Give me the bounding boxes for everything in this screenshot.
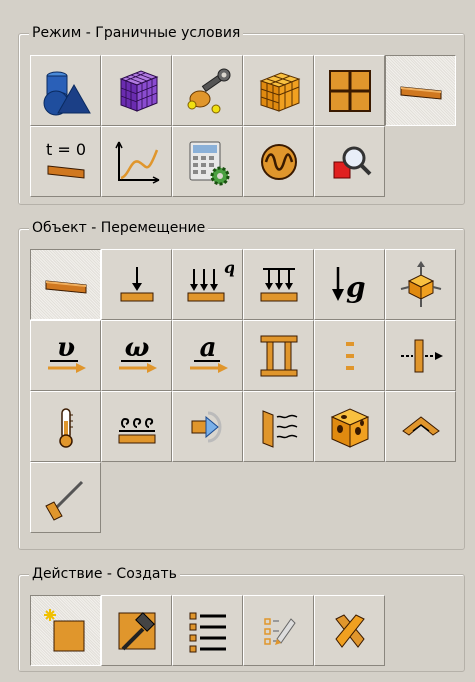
object-group-title: Объект - Перемещение (29, 218, 209, 238)
acceleration-icon: a (189, 333, 228, 373)
thermometer-icon (58, 407, 73, 448)
signal-button[interactable] (243, 126, 314, 197)
action-group: Действие - Создать (18, 564, 465, 672)
radiation-icon (401, 415, 440, 436)
svg-text:g: g (346, 271, 366, 304)
beam-plate-icon (400, 85, 441, 100)
convection-button[interactable] (243, 391, 314, 462)
angle-support-button[interactable] (30, 462, 101, 533)
angular-velocity-button[interactable]: ω (101, 320, 172, 391)
velocity-button[interactable]: υ (30, 320, 101, 391)
angle-support-icon (44, 480, 83, 521)
plate-icon (45, 279, 86, 294)
gap-icon (345, 341, 354, 370)
query-button[interactable] (314, 126, 385, 197)
calculator-button[interactable] (172, 126, 243, 197)
svg-text:t = 0: t = 0 (45, 140, 85, 159)
material-button[interactable] (314, 391, 385, 462)
gravity-button[interactable]: g (314, 249, 385, 320)
query-magnifier-icon (333, 146, 371, 178)
frame-support-button[interactable] (243, 320, 314, 391)
create-new-icon (43, 608, 84, 651)
create-button[interactable] (30, 595, 101, 666)
initial-condition-icon: t = 0 (45, 140, 86, 179)
heat-flux-button[interactable] (101, 391, 172, 462)
curve-graph-icon (114, 141, 159, 184)
tools-wrench-icon (187, 68, 230, 113)
split-arrow-icon (400, 339, 443, 372)
assembly-button[interactable] (243, 55, 314, 126)
part-shapes-icon (43, 71, 91, 115)
inertia-button[interactable] (385, 249, 456, 320)
distributed-load-icon: q (187, 259, 234, 301)
load-mode-button[interactable] (385, 55, 456, 126)
svg-text:a: a (199, 333, 216, 363)
mesh-mode-button[interactable] (101, 55, 172, 126)
mode-group: Режим - Граничные условия t = 0 (18, 23, 465, 205)
flow-arrow-icon (191, 411, 221, 442)
point-load-icon (120, 266, 153, 301)
manager-button[interactable] (172, 595, 243, 666)
tools-button[interactable] (172, 55, 243, 126)
point-load-button[interactable] (101, 249, 172, 320)
inertia-icon (400, 260, 441, 307)
gap-button[interactable] (314, 320, 385, 391)
mode-toolbar: t = 0 (30, 55, 456, 197)
pressure-load-button[interactable] (243, 249, 314, 320)
acceleration-button[interactable]: a (172, 320, 243, 391)
list-icon (189, 612, 226, 652)
velocity-icon: υ (47, 333, 86, 373)
svg-text:ω: ω (124, 333, 149, 363)
svg-text:υ: υ (56, 333, 74, 363)
mesh-cube-icon (119, 69, 158, 112)
action-group-title: Действие - Создать (29, 564, 180, 584)
initial-condition-button[interactable]: t = 0 (30, 126, 101, 197)
radiation-button[interactable] (385, 391, 456, 462)
angular-velocity-icon: ω (118, 333, 157, 373)
delete-x-icon (334, 613, 365, 648)
delete-button[interactable] (314, 595, 385, 666)
convection-icon (262, 409, 297, 448)
mode-group-title: Режим - Граничные условия (29, 23, 244, 43)
part-mode-button[interactable] (30, 55, 101, 126)
edit-hammer-icon (118, 611, 155, 650)
gravity-icon: g (331, 266, 366, 304)
material-block-icon (330, 407, 369, 448)
object-group: Объект - Перемещение q (18, 218, 465, 550)
plate-button[interactable] (30, 249, 101, 320)
flow-button[interactable] (172, 391, 243, 462)
frame-support-icon (260, 335, 297, 376)
action-toolbar (30, 595, 456, 666)
heat-flux-icon (118, 417, 155, 443)
orange-cube-icon (259, 71, 300, 112)
amplitude-button[interactable] (101, 126, 172, 197)
modify-button[interactable] (243, 595, 314, 666)
calculator-gear-icon (189, 141, 229, 185)
grid-button[interactable] (314, 55, 385, 126)
pressure-load-icon (260, 267, 297, 301)
object-toolbar: q g (30, 249, 456, 533)
distributed-load-button[interactable]: q (172, 249, 243, 320)
temperature-button[interactable] (30, 391, 101, 462)
svg-text:q: q (224, 259, 234, 277)
grid-frame-icon (328, 69, 371, 112)
edit-button[interactable] (101, 595, 172, 666)
modify-pencil-icon (263, 617, 296, 645)
wave-signal-icon (260, 143, 297, 180)
split-button[interactable] (385, 320, 456, 391)
